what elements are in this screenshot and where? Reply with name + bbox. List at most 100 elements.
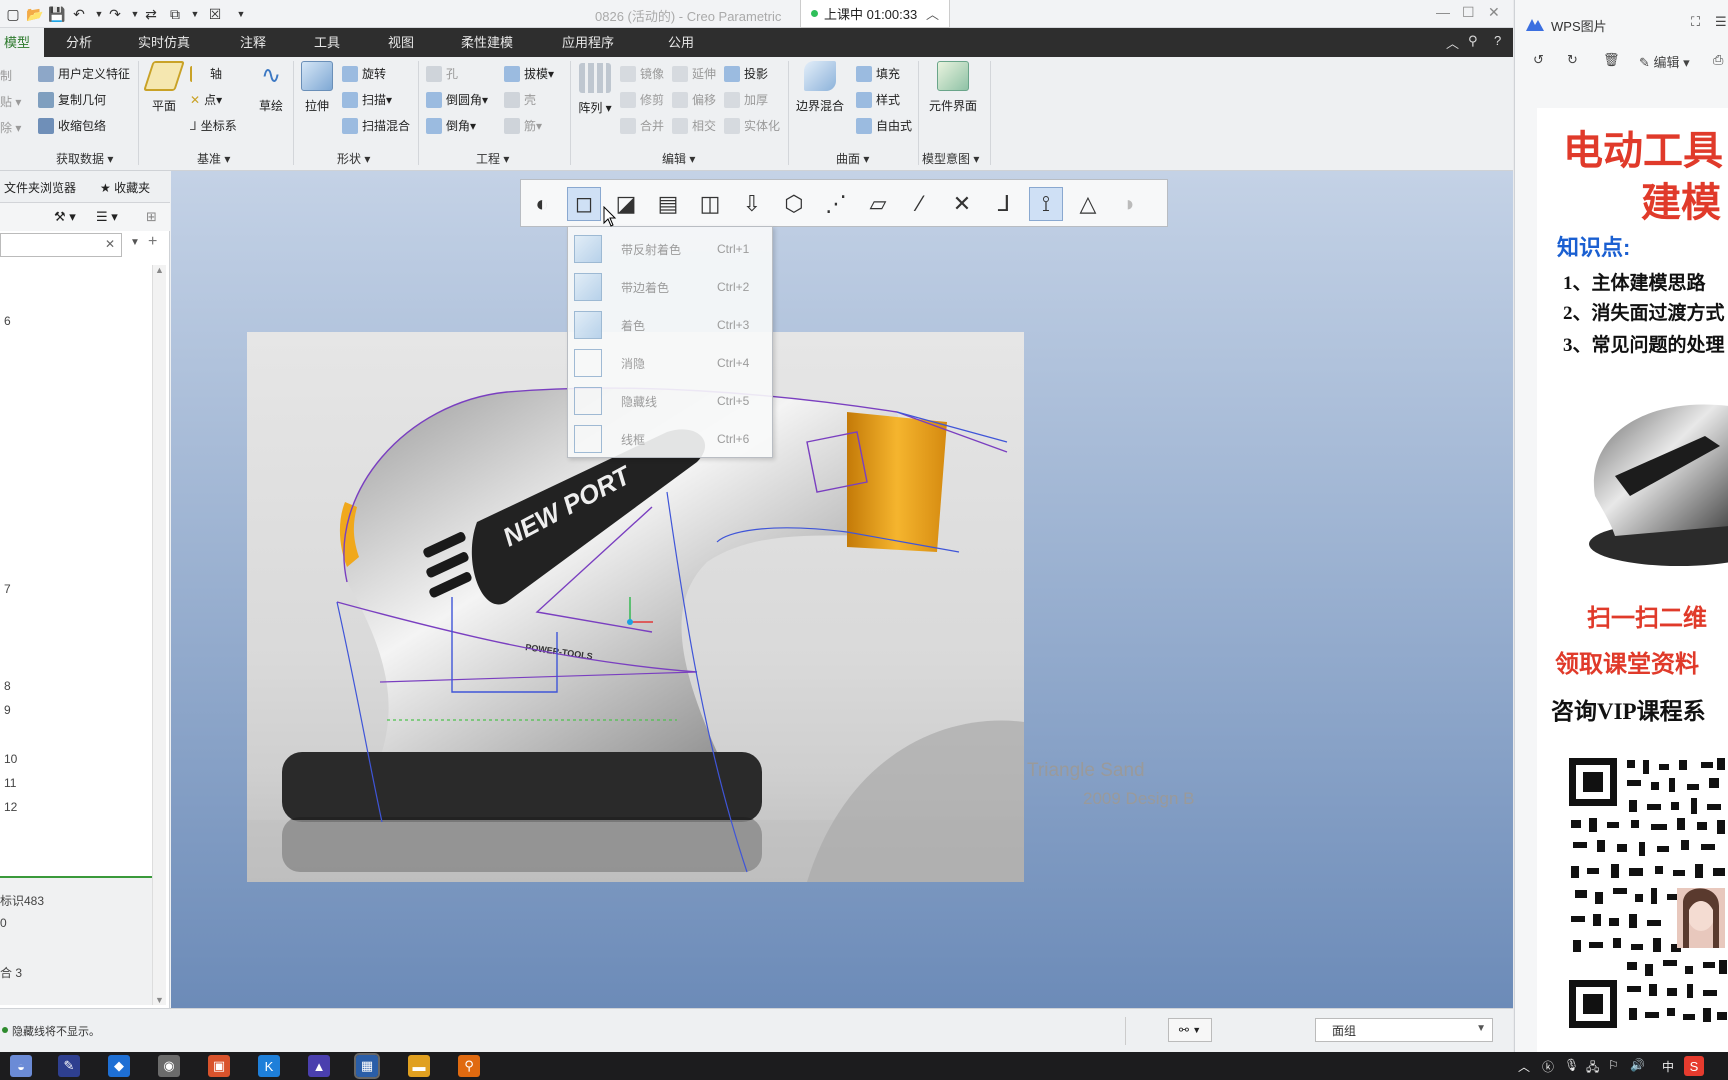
- taskbar-app-icon[interactable]: ◉: [158, 1055, 180, 1077]
- group-engineering[interactable]: 工程 ▾: [476, 150, 509, 167]
- tab-annotate[interactable]: 注释: [240, 28, 266, 57]
- undo-icon[interactable]: ↶: [70, 5, 88, 23]
- tab-applications[interactable]: 应用程序: [562, 28, 614, 57]
- taskbar-app-icon[interactable]: ◆: [108, 1055, 130, 1077]
- sketch-button[interactable]: ∿ 草绘: [254, 61, 288, 114]
- tab-flexible-modeling[interactable]: 柔性建模: [461, 28, 513, 57]
- open-folder-icon[interactable]: 📂: [26, 5, 44, 23]
- group-editing[interactable]: 编辑 ▾: [662, 150, 695, 167]
- shell-button[interactable]: 壳: [504, 91, 536, 108]
- group-model-intent[interactable]: 模型意图 ▾: [922, 150, 979, 167]
- customize-qat-icon[interactable]: ▼: [232, 5, 250, 23]
- tree-item[interactable]: 7: [4, 582, 11, 596]
- clear-search-icon[interactable]: ✕: [105, 237, 115, 251]
- minimize-icon[interactable]: —: [1436, 4, 1450, 20]
- save-icon[interactable]: 💾: [48, 5, 66, 23]
- tab-analysis[interactable]: 分析: [66, 28, 92, 57]
- taskbar-app-icon[interactable]: ◒: [10, 1055, 32, 1077]
- search-dropdown-icon[interactable]: ▼: [130, 237, 140, 248]
- annotation-display-icon[interactable]: ⇩: [735, 187, 769, 221]
- menu-icon[interactable]: ☰: [1715, 14, 1727, 30]
- menu-item-shading[interactable]: 着色 Ctrl+3: [568, 307, 774, 343]
- tab-model[interactable]: 模型: [0, 28, 45, 57]
- mirror-button[interactable]: 镜像: [620, 65, 664, 82]
- taskbar-app-icon[interactable]: ▲: [308, 1055, 330, 1077]
- ime-indicator[interactable]: 中: [1662, 1058, 1674, 1075]
- swept-blend-button[interactable]: 扫描混合: [342, 117, 410, 134]
- scroll-up-icon[interactable]: ▲: [155, 265, 164, 275]
- merge-button[interactable]: 合并: [620, 117, 664, 134]
- print-icon[interactable]: ⎙: [1713, 52, 1723, 68]
- style-button[interactable]: 样式: [856, 91, 900, 108]
- pattern-button[interactable]: 阵列 ▾: [578, 63, 612, 116]
- plane-button[interactable]: 平面: [143, 61, 185, 114]
- curve-display-icon[interactable]: ⟟: [1029, 187, 1063, 221]
- close-window-icon[interactable]: ☒: [206, 5, 224, 23]
- menu-item-no-hidden[interactable]: 消隐 Ctrl+4: [568, 345, 774, 381]
- selection-filter-select[interactable]: 面组 ▼: [1315, 1018, 1493, 1042]
- trim-button[interactable]: 修剪: [620, 91, 664, 108]
- tree-item[interactable]: 10: [4, 752, 17, 766]
- freestyle-button[interactable]: 自由式: [856, 117, 912, 134]
- tab-public[interactable]: 公用: [668, 28, 694, 57]
- fullscreen-icon[interactable]: ⛶: [1691, 14, 1700, 30]
- point-button[interactable]: ✕ 点 ▾: [190, 91, 222, 108]
- rotate-right-icon[interactable]: ↻: [1567, 52, 1578, 68]
- fill-button[interactable]: 填充: [856, 65, 900, 82]
- tree-scrollbar[interactable]: ▲ ▼: [152, 265, 166, 1005]
- group-datum[interactable]: 基准 ▾: [197, 150, 230, 167]
- axis-display-icon[interactable]: ⁄: [903, 187, 937, 221]
- network-icon[interactable]: 🖧: [1586, 1058, 1599, 1079]
- draft-button[interactable]: 拔模 ▾: [504, 65, 554, 82]
- tree-settings-icon[interactable]: ⚒ ▾: [54, 209, 76, 225]
- sogou-ime-icon[interactable]: S: [1684, 1056, 1704, 1076]
- windows-dropdown-icon[interactable]: ▼: [186, 5, 204, 23]
- shrinkwrap-button[interactable]: 收缩包络: [38, 117, 106, 134]
- help-icon[interactable]: ?: [1494, 33, 1501, 48]
- tab-view[interactable]: 视图: [388, 28, 414, 57]
- view-manager-icon[interactable]: ▤: [651, 187, 685, 221]
- favorites-tab[interactable]: ★ 收藏夹: [100, 179, 150, 196]
- revolve-button[interactable]: 旋转: [342, 65, 386, 82]
- round-button[interactable]: 倒圆角 ▾: [426, 91, 488, 108]
- appearance-icon[interactable]: ◗: [1113, 187, 1147, 221]
- tree-search-input[interactable]: ✕: [0, 233, 122, 257]
- point-display-icon[interactable]: ✕: [945, 187, 979, 221]
- intersect-button[interactable]: 相交: [672, 117, 716, 134]
- maximize-icon[interactable]: ☐: [1462, 4, 1475, 21]
- taskbar-app-icon[interactable]: ▣: [208, 1055, 230, 1077]
- rib-button[interactable]: 筋 ▾: [504, 117, 542, 134]
- tab-live-simulation[interactable]: 实时仿真: [138, 28, 190, 57]
- chamfer-button[interactable]: 倒角 ▾: [426, 117, 476, 134]
- find-button[interactable]: ⚯ ▼: [1168, 1018, 1212, 1042]
- boundary-blend-button[interactable]: 边界混合: [794, 61, 846, 114]
- tray-expand-icon[interactable]: ︿: [1518, 1058, 1530, 1075]
- class-timer[interactable]: 上课中 01:00:33 ︿: [800, 0, 950, 28]
- axis-button[interactable]: 轴: [190, 65, 222, 82]
- add-filter-icon[interactable]: +: [148, 233, 157, 251]
- extrude-button[interactable]: 拉伸: [300, 61, 334, 114]
- menu-item-shading-edges[interactable]: 带边着色 Ctrl+2: [568, 269, 774, 305]
- udf-button[interactable]: 用户定义特征: [38, 65, 130, 82]
- chevron-up-icon[interactable]: ︿: [926, 4, 939, 23]
- tree-columns-icon[interactable]: ⊞: [146, 209, 157, 225]
- hole-button[interactable]: 孔: [426, 65, 458, 82]
- delete-icon[interactable]: 🗑: [1603, 52, 1620, 68]
- thicken-button[interactable]: 加厚: [724, 91, 768, 108]
- taskbar-app-icon[interactable]: K: [258, 1055, 280, 1077]
- tree-filter-icon[interactable]: ☰ ▾: [96, 209, 118, 225]
- group-shapes[interactable]: 形状 ▾: [337, 150, 370, 167]
- tray-app-icon[interactable]: ⓚ: [1542, 1058, 1554, 1075]
- tree-item[interactable]: 12: [4, 800, 17, 814]
- extend-button[interactable]: 延伸: [672, 65, 716, 82]
- taskbar-folder-icon[interactable]: ▬: [408, 1055, 430, 1077]
- menu-item-shading-reflections[interactable]: 带反射着色 Ctrl+1: [568, 231, 774, 267]
- offset-button[interactable]: 偏移: [672, 91, 716, 108]
- graphics-viewport[interactable]: NEW PORT POWER-TOOLS Triangle Sand 2009 …: [171, 171, 1513, 1008]
- perspective-icon[interactable]: ◫: [693, 187, 727, 221]
- redo-icon[interactable]: ↷: [106, 5, 124, 23]
- scroll-down-icon[interactable]: ▼: [155, 995, 164, 1005]
- close-icon[interactable]: ✕: [1488, 4, 1500, 21]
- project-button[interactable]: 投影: [724, 65, 768, 82]
- triangle-icon[interactable]: △: [1071, 187, 1105, 221]
